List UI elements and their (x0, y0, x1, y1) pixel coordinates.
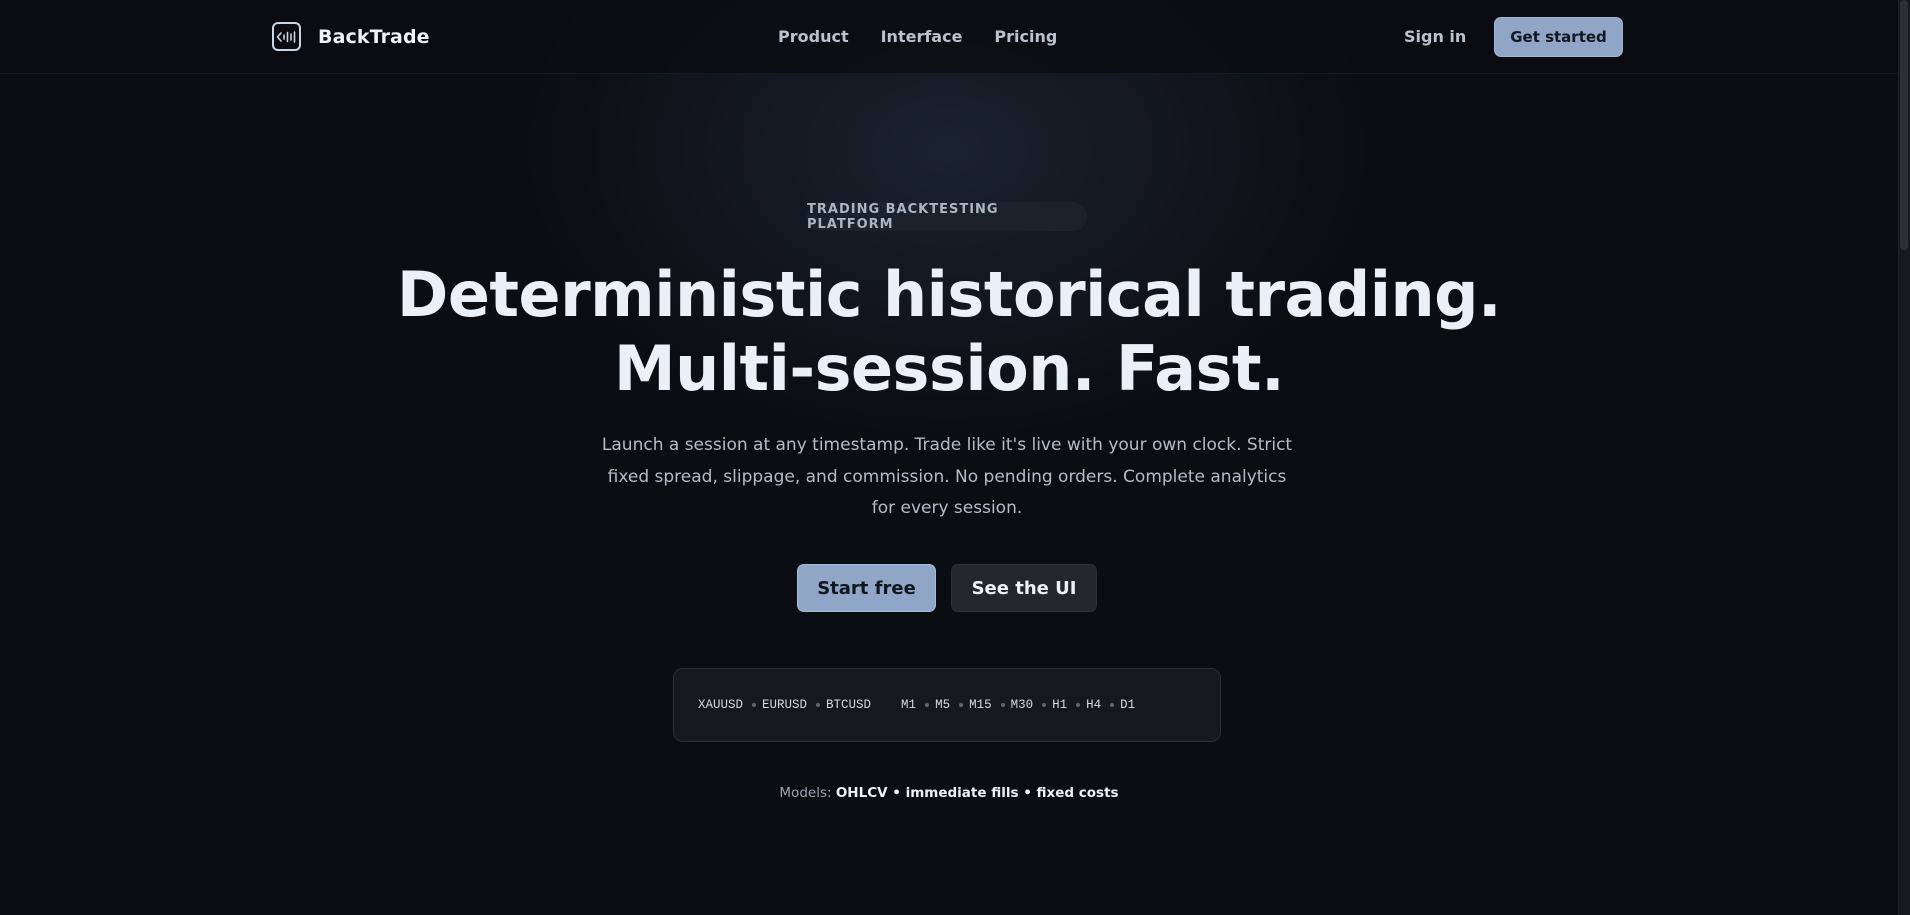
main-nav: Product Interface Pricing (778, 27, 1057, 46)
hero-title-line-1: Deterministic historical trading. (396, 258, 1502, 331)
see-the-ui-button[interactable]: See the UI (951, 564, 1097, 612)
timeframe-label: D1 (1120, 698, 1136, 712)
start-free-button[interactable]: Start free (797, 564, 936, 612)
separator-dot (752, 703, 757, 707)
separator-dot (1076, 703, 1081, 707)
nav-link-pricing[interactable]: Pricing (994, 27, 1057, 46)
symbol-item: EURUSD (743, 698, 807, 712)
separator-dot (1042, 703, 1047, 707)
separator-dot (816, 703, 821, 707)
timeframe-list: M1 M5 M15 M30 H1 H4 D1 (901, 698, 1135, 712)
models-label: Models: (779, 785, 832, 801)
timeframe-item: M30 (992, 698, 1034, 712)
nav-link-product[interactable]: Product (778, 27, 849, 46)
timeframe-item: M15 (950, 698, 992, 712)
nav-link-interface[interactable]: Interface (881, 27, 963, 46)
timeframe-label: H1 (1052, 698, 1068, 712)
models-value: OHLCV • immediate fills • fixed costs (835, 785, 1119, 801)
landing-page: BackTrade Product Interface Pricing Sign… (0, 0, 1898, 915)
scrollbar-thumb[interactable] (1900, 0, 1908, 250)
vertical-scrollbar[interactable] (1898, 0, 1910, 915)
symbol-label: EURUSD (762, 698, 808, 712)
get-started-button[interactable]: Get started (1494, 17, 1623, 57)
timeframe-label: M15 (969, 698, 992, 712)
hero-title-line-2: Multi-session. Fast. (613, 332, 1285, 405)
top-navbar: BackTrade Product Interface Pricing Sign… (0, 0, 1898, 74)
timeframe-label: M1 (901, 698, 917, 712)
separator-dot (925, 703, 930, 707)
symbol-item: XAUUSD (698, 698, 743, 712)
timeframe-item: H1 (1033, 698, 1067, 712)
symbol-label: BTCUSD (826, 698, 872, 712)
models-note: Models: OHLCV • immediate fills • fixed … (0, 785, 1898, 801)
sign-in-link[interactable]: Sign in (1404, 27, 1466, 46)
chart-logo-icon (272, 22, 301, 51)
symbol-item: BTCUSD (807, 698, 871, 712)
timeframe-item: M1 (901, 698, 916, 712)
hero-badge: TRADING BACKTESTING PLATFORM (807, 202, 1087, 232)
hero-subtitle: Launch a session at any timestamp. Trade… (601, 435, 1293, 518)
brand[interactable]: BackTrade (272, 22, 430, 51)
timeframe-label: M5 (935, 698, 951, 712)
timeframe-item: H4 (1067, 698, 1101, 712)
timeframe-label: M30 (1010, 698, 1034, 712)
symbol-label: XAUUSD (698, 698, 744, 712)
timeframe-item: M5 (916, 698, 950, 712)
brand-name: BackTrade (318, 25, 430, 48)
symbol-list: XAUUSD EURUSD BTCUSD (698, 698, 871, 712)
timeframe-item: D1 (1101, 698, 1135, 712)
separator-dot (959, 703, 964, 707)
hero-title: Deterministic historical trading. Multi-… (0, 258, 1898, 406)
separator-dot (1000, 703, 1005, 707)
timeframe-label: H4 (1086, 698, 1102, 712)
symbols-timeframes-panel: XAUUSD EURUSD BTCUSD M1 M5 M15 M30 H1 H4… (673, 668, 1221, 742)
separator-dot (1110, 703, 1115, 707)
